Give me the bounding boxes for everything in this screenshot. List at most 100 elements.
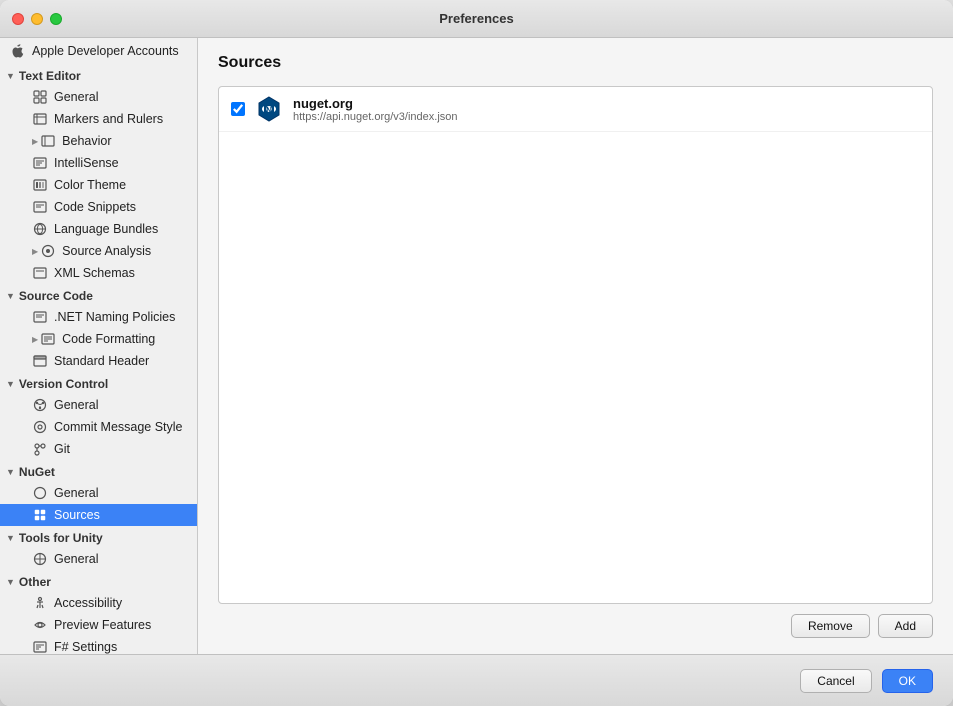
sidebar-item-vc-git[interactable]: Git xyxy=(0,438,197,460)
sidebar-item-tfu-general[interactable]: General xyxy=(0,548,197,570)
language-bundles-icon xyxy=(32,221,48,237)
accessibility-label: Accessibility xyxy=(54,596,122,610)
git-icon xyxy=(32,441,48,457)
main-content: Apple Developer Accounts ▼ Text Editor G… xyxy=(0,38,953,654)
grid-icon xyxy=(32,89,48,105)
ng-general-icon xyxy=(32,485,48,501)
fsharp-label: F# Settings xyxy=(54,640,117,654)
formatting-icon xyxy=(40,331,56,347)
sidebar-item-sc-formatting[interactable]: ▶ Code Formatting xyxy=(0,328,197,350)
cancel-button[interactable]: Cancel xyxy=(800,669,871,693)
tfu-general-icon xyxy=(32,551,48,567)
bottom-buttons: Remove Add xyxy=(218,614,933,638)
te-xml-schemas-label: XML Schemas xyxy=(54,266,135,280)
section-nuget-label: NuGet xyxy=(19,465,55,479)
section-version-control-label: Version Control xyxy=(19,377,108,391)
remove-button[interactable]: Remove xyxy=(791,614,870,638)
vc-general-icon xyxy=(32,397,48,413)
chevron-right-icon2: ▶ xyxy=(32,247,38,256)
accessibility-icon xyxy=(32,595,48,611)
vc-commit-label: Commit Message Style xyxy=(54,420,183,434)
sidebar-item-accessibility[interactable]: Accessibility xyxy=(0,592,197,614)
markers-icon xyxy=(32,111,48,127)
te-intellisense-label: IntelliSense xyxy=(54,156,119,170)
preview-features-label: Preview Features xyxy=(54,618,151,632)
te-code-snippets-label: Code Snippets xyxy=(54,200,136,214)
footer: Cancel OK xyxy=(0,654,953,706)
sidebar-item-apple-developer[interactable]: Apple Developer Accounts xyxy=(0,38,197,64)
source-info: nuget.org https://api.nuget.org/v3/index… xyxy=(293,96,458,123)
te-language-bundles-label: Language Bundles xyxy=(54,222,158,236)
preview-icon xyxy=(32,617,48,633)
section-text-editor[interactable]: ▼ Text Editor xyxy=(0,64,197,86)
code-snippets-icon xyxy=(32,199,48,215)
ng-sources-label: Sources xyxy=(54,508,100,522)
tfu-general-label: General xyxy=(54,552,98,566)
te-general-label: General xyxy=(54,90,98,104)
maximize-button[interactable] xyxy=(50,13,62,25)
chevron-down-icon: ▼ xyxy=(6,71,15,81)
ng-sources-icon xyxy=(32,507,48,523)
intellisense-icon xyxy=(32,155,48,171)
xml-schemas-icon xyxy=(32,265,48,281)
section-text-editor-label: Text Editor xyxy=(19,69,81,83)
section-source-code-label: Source Code xyxy=(19,289,93,303)
source-analysis-icon xyxy=(40,243,56,259)
section-other[interactable]: ▼ Other xyxy=(0,570,197,592)
header-icon xyxy=(32,353,48,369)
commit-icon xyxy=(32,419,48,435)
sc-naming-label: .NET Naming Policies xyxy=(54,310,175,324)
sidebar-item-te-color-theme[interactable]: Color Theme xyxy=(0,174,197,196)
sidebar-item-te-markers[interactable]: Markers and Rulers xyxy=(0,108,197,130)
sidebar: Apple Developer Accounts ▼ Text Editor G… xyxy=(0,38,198,654)
chevron-down-icon3: ▼ xyxy=(6,379,15,389)
naming-icon xyxy=(32,309,48,325)
sidebar-item-te-general[interactable]: General xyxy=(0,86,197,108)
section-nuget[interactable]: ▼ NuGet xyxy=(0,460,197,482)
source-name: nuget.org xyxy=(293,96,458,111)
section-source-code[interactable]: ▼ Source Code xyxy=(0,284,197,306)
close-button[interactable] xyxy=(12,13,24,25)
apple-icon xyxy=(10,43,26,59)
color-theme-icon xyxy=(32,177,48,193)
sidebar-item-fsharp[interactable]: F# Settings xyxy=(0,636,197,654)
sidebar-item-vc-general[interactable]: General xyxy=(0,394,197,416)
sidebar-item-ng-general[interactable]: General xyxy=(0,482,197,504)
sidebar-item-sc-naming[interactable]: .NET Naming Policies xyxy=(0,306,197,328)
section-version-control[interactable]: ▼ Version Control xyxy=(0,372,197,394)
traffic-lights xyxy=(12,13,62,25)
vc-general-label: General xyxy=(54,398,98,412)
vc-git-label: Git xyxy=(54,442,70,456)
sidebar-item-te-behavior[interactable]: ▶ Behavior xyxy=(0,130,197,152)
minimize-button[interactable] xyxy=(31,13,43,25)
chevron-down-icon6: ▼ xyxy=(6,577,15,587)
main-panel: Sources N xyxy=(198,38,953,654)
te-markers-label: Markers and Rulers xyxy=(54,112,163,126)
source-item-nuget-org[interactable]: N nuget.org https://api.nuget.org/v3/ind… xyxy=(219,87,932,132)
sidebar-item-te-intellisense[interactable]: IntelliSense xyxy=(0,152,197,174)
preferences-window: Preferences Apple Developer Accounts ▼ T… xyxy=(0,0,953,706)
sidebar-item-sc-header[interactable]: Standard Header xyxy=(0,350,197,372)
chevron-down-icon5: ▼ xyxy=(6,533,15,543)
sidebar-item-te-source-analysis[interactable]: ▶ Source Analysis xyxy=(0,240,197,262)
ok-button[interactable]: OK xyxy=(882,669,933,693)
chevron-down-icon4: ▼ xyxy=(6,467,15,477)
section-tools-unity[interactable]: ▼ Tools for Unity xyxy=(0,526,197,548)
add-button[interactable]: Add xyxy=(878,614,933,638)
sidebar-item-vc-commit[interactable]: Commit Message Style xyxy=(0,416,197,438)
sidebar-item-te-language-bundles[interactable]: Language Bundles xyxy=(0,218,197,240)
ng-general-label: General xyxy=(54,486,98,500)
sidebar-item-preview-features[interactable]: Preview Features xyxy=(0,614,197,636)
sources-list: N nuget.org https://api.nuget.org/v3/ind… xyxy=(218,86,933,604)
source-checkbox[interactable] xyxy=(231,102,245,116)
titlebar: Preferences xyxy=(0,0,953,38)
te-source-analysis-label: Source Analysis xyxy=(62,244,151,258)
chevron-right-icon3: ▶ xyxy=(32,335,38,344)
sidebar-item-te-xml-schemas[interactable]: XML Schemas xyxy=(0,262,197,284)
behavior-icon xyxy=(40,133,56,149)
section-tools-unity-label: Tools for Unity xyxy=(19,531,103,545)
sidebar-item-ng-sources[interactable]: Sources xyxy=(0,504,197,526)
chevron-down-icon2: ▼ xyxy=(6,291,15,301)
sidebar-item-te-code-snippets[interactable]: Code Snippets xyxy=(0,196,197,218)
chevron-right-icon: ▶ xyxy=(32,137,38,146)
